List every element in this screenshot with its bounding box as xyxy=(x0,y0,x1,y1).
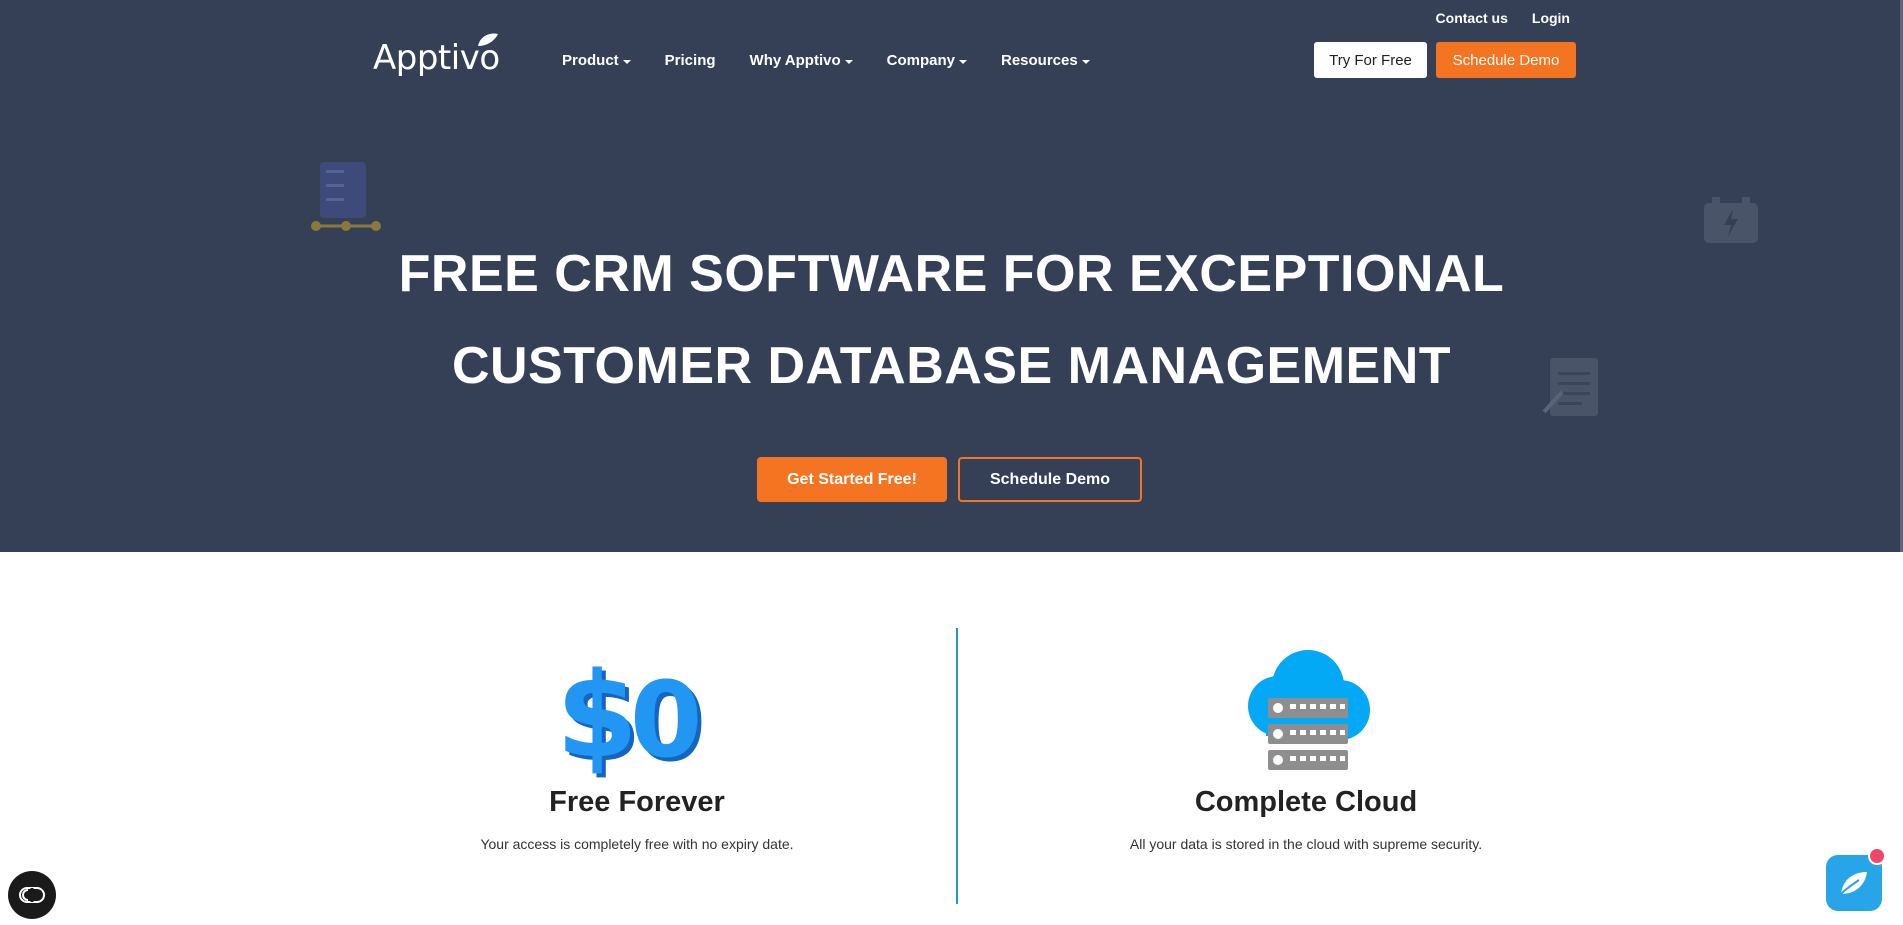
contact-us-link[interactable]: Contact us xyxy=(1436,10,1508,26)
svg-text:$: $ xyxy=(560,660,638,778)
nav-why-apptivo-label: Why Apptivo xyxy=(749,52,841,69)
nav-company-label: Company xyxy=(886,52,955,69)
nav-pricing-label: Pricing xyxy=(664,52,716,69)
nav-product-label: Product xyxy=(562,52,619,69)
chevron-down-icon xyxy=(958,59,967,64)
feature-desc-complete-cloud: All your data is stored in the cloud wit… xyxy=(1129,836,1483,852)
leaf-icon xyxy=(478,33,498,46)
feature-title-complete-cloud: Complete Cloud xyxy=(1194,786,1418,818)
feature-desc-free-forever: Your access is completely free with no e… xyxy=(480,836,794,852)
utility-links: Contact us Login xyxy=(1436,10,1570,26)
nav-resources-label: Resources xyxy=(1000,52,1078,69)
main-nav: Product Pricing Why Apptivo Company Reso… xyxy=(562,52,1090,69)
hero-section: Contact us Login Apptivo Product Pricing… xyxy=(0,0,1903,552)
chevron-down-icon xyxy=(1081,59,1090,64)
chat-notification-badge xyxy=(1868,847,1886,865)
schedule-demo-hero-button[interactable]: Schedule Demo xyxy=(958,457,1142,502)
dollar-zero-icon: $ 0 $ 0 xyxy=(560,660,706,778)
try-for-free-button[interactable]: Try For Free xyxy=(1314,42,1427,78)
hero-title-line1: FREE CRM SOFTWARE FOR EXCEPTIONAL xyxy=(398,245,1505,303)
chevron-down-icon xyxy=(844,59,853,64)
chat-leaf-icon xyxy=(1840,872,1867,895)
cloud-server-icon xyxy=(1248,650,1370,770)
hero-title-line2: CUSTOMER DATABASE MANAGEMENT xyxy=(451,337,1452,395)
feature-divider xyxy=(956,628,958,904)
nav-why-apptivo[interactable]: Why Apptivo xyxy=(750,52,853,69)
get-started-button[interactable]: Get Started Free! xyxy=(757,457,947,502)
nav-product[interactable]: Product xyxy=(562,52,631,69)
feature-title-free-forever: Free Forever xyxy=(549,786,725,818)
accessibility-icon xyxy=(19,887,45,903)
login-link[interactable]: Login xyxy=(1532,10,1570,26)
nav-company[interactable]: Company xyxy=(887,52,967,69)
workflow-icon xyxy=(311,162,381,231)
nav-pricing[interactable]: Pricing xyxy=(665,52,716,69)
logo[interactable]: Apptivo xyxy=(373,30,503,78)
battery-icon xyxy=(1704,197,1758,243)
schedule-demo-header-button[interactable]: Schedule Demo xyxy=(1436,42,1576,78)
nav-resources[interactable]: Resources xyxy=(1001,52,1090,69)
svg-text:0: 0 xyxy=(630,660,702,778)
accessibility-button[interactable] xyxy=(8,871,56,919)
chevron-down-icon xyxy=(622,59,631,64)
